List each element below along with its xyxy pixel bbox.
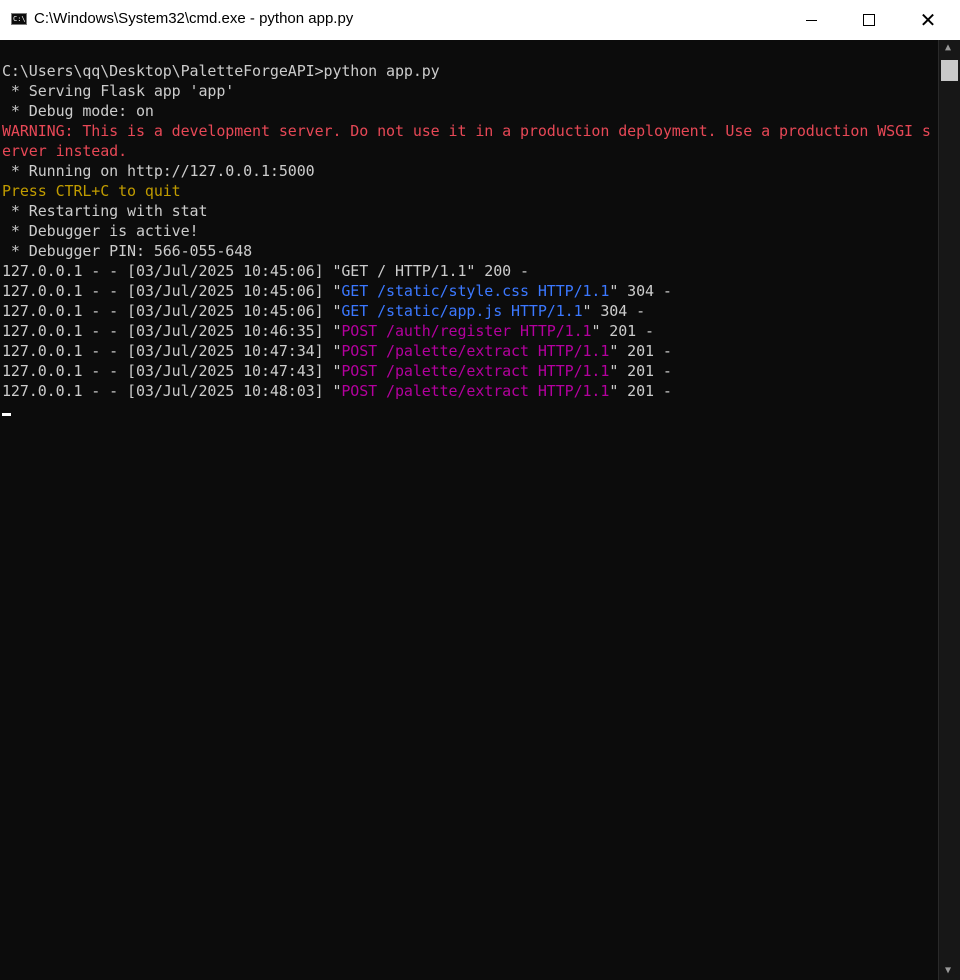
console-line: 127.0.0.1 - - [03/Jul/2025 10:45:06] "GE… <box>2 281 931 301</box>
console-text-segment: " 201 - <box>591 322 654 340</box>
console-line: * Debugger PIN: 566-055-648 <box>2 241 931 261</box>
console-line: WARNING: This is a development server. D… <box>2 121 931 141</box>
close-icon: ✕ <box>919 8 937 32</box>
console-line: Press CTRL+C to quit <box>2 181 931 201</box>
text-cursor <box>2 413 11 416</box>
console-text-segment: POST /palette/extract HTTP/1.1 <box>341 382 610 400</box>
scroll-up-icon[interactable]: ▲ <box>945 43 951 53</box>
console-text-segment: 127.0.0.1 - - [03/Jul/2025 10:45:06] " <box>2 302 342 320</box>
console-text-segment: erver instead. <box>2 142 128 160</box>
console-lines: C:\Users\qq\Desktop\PaletteForgeAPI>pyth… <box>2 61 931 401</box>
console-line: * Running on http://127.0.0.1:5000 <box>2 161 931 181</box>
console-text-segment: POST /palette/extract HTTP/1.1 <box>341 362 610 380</box>
console-text-segment: " 201 - <box>609 362 672 380</box>
maximize-icon <box>863 14 875 26</box>
console-text-segment: GET /static/style.css HTTP/1.1 <box>341 282 610 300</box>
console-line: 127.0.0.1 - - [03/Jul/2025 10:46:35] "PO… <box>2 321 931 341</box>
console-text-segment: * Debugger PIN: 566-055-648 <box>2 242 253 260</box>
console-text-segment: * Running on http://127.0.0.1:5000 <box>2 162 315 180</box>
cmd-window: C:\ C:\Windows\System32\cmd.exe - python… <box>0 0 960 980</box>
console-text-segment: * Restarting with stat <box>2 202 208 220</box>
scroll-down-icon[interactable]: ▼ <box>945 966 951 976</box>
console-text-segment: POST /auth/register HTTP/1.1 <box>341 322 592 340</box>
maximize-button[interactable] <box>840 0 898 40</box>
console-line: 127.0.0.1 - - [03/Jul/2025 10:45:06] "GE… <box>2 261 931 281</box>
console-text-segment: WARNING: This is a development server. D… <box>2 122 931 140</box>
console-output[interactable]: C:\Users\qq\Desktop\PaletteForgeAPI>pyth… <box>0 40 938 980</box>
console-line: * Serving Flask app 'app' <box>2 81 931 101</box>
console-line: 127.0.0.1 - - [03/Jul/2025 10:47:43] "PO… <box>2 361 931 381</box>
console-line: 127.0.0.1 - - [03/Jul/2025 10:48:03] "PO… <box>2 381 931 401</box>
minimize-button[interactable] <box>782 0 840 40</box>
console-text-segment: 127.0.0.1 - - [03/Jul/2025 10:47:34] " <box>2 342 342 360</box>
console-text-segment: Press CTRL+C to quit <box>2 182 181 200</box>
console-text-segment: POST /palette/extract HTTP/1.1 <box>341 342 610 360</box>
console-text-segment: * Debugger is active! <box>2 222 199 240</box>
scrollbar-thumb[interactable] <box>941 60 958 81</box>
close-button[interactable]: ✕ <box>899 0 957 40</box>
console-text-segment: " 304 - <box>582 302 646 320</box>
console-line: erver instead. <box>2 141 931 161</box>
title-bar[interactable]: C:\ C:\Windows\System32\cmd.exe - python… <box>0 0 960 40</box>
console-text-segment: * Debug mode: on <box>2 102 154 120</box>
console-text-segment: 127.0.0.1 - - [03/Jul/2025 10:45:06] "GE… <box>2 262 529 280</box>
cmd-icon: C:\ <box>11 13 27 25</box>
console-text-segment: GET /static/app.js HTTP/1.1 <box>341 302 583 320</box>
console-text-segment: 127.0.0.1 - - [03/Jul/2025 10:47:43] " <box>2 362 342 380</box>
console-text-segment: 127.0.0.1 - - [03/Jul/2025 10:48:03] " <box>2 382 342 400</box>
console-text-segment: 127.0.0.1 - - [03/Jul/2025 10:46:35] " <box>2 322 342 340</box>
console-line: * Restarting with stat <box>2 201 931 221</box>
vertical-scrollbar[interactable]: ▲ ▼ <box>938 40 960 980</box>
console-line: 127.0.0.1 - - [03/Jul/2025 10:45:06] "GE… <box>2 301 931 321</box>
console-text-segment: * Serving Flask app 'app' <box>2 82 235 100</box>
console-line: 127.0.0.1 - - [03/Jul/2025 10:47:34] "PO… <box>2 341 931 361</box>
console-text-segment: " 201 - <box>609 342 672 360</box>
console-text-segment: C:\Users\qq\Desktop\PaletteForgeAPI>pyth… <box>2 62 440 80</box>
console-text-segment: " 201 - <box>609 382 672 400</box>
console-line: * Debug mode: on <box>2 101 931 121</box>
console-line: C:\Users\qq\Desktop\PaletteForgeAPI>pyth… <box>2 61 931 81</box>
minimize-icon <box>805 19 817 21</box>
console-text-segment: " 304 - <box>609 282 672 300</box>
console-line: * Debugger is active! <box>2 221 931 241</box>
console-text-segment: 127.0.0.1 - - [03/Jul/2025 10:45:06] " <box>2 282 342 300</box>
window-title: C:\Windows\System32\cmd.exe - python app… <box>34 10 354 27</box>
